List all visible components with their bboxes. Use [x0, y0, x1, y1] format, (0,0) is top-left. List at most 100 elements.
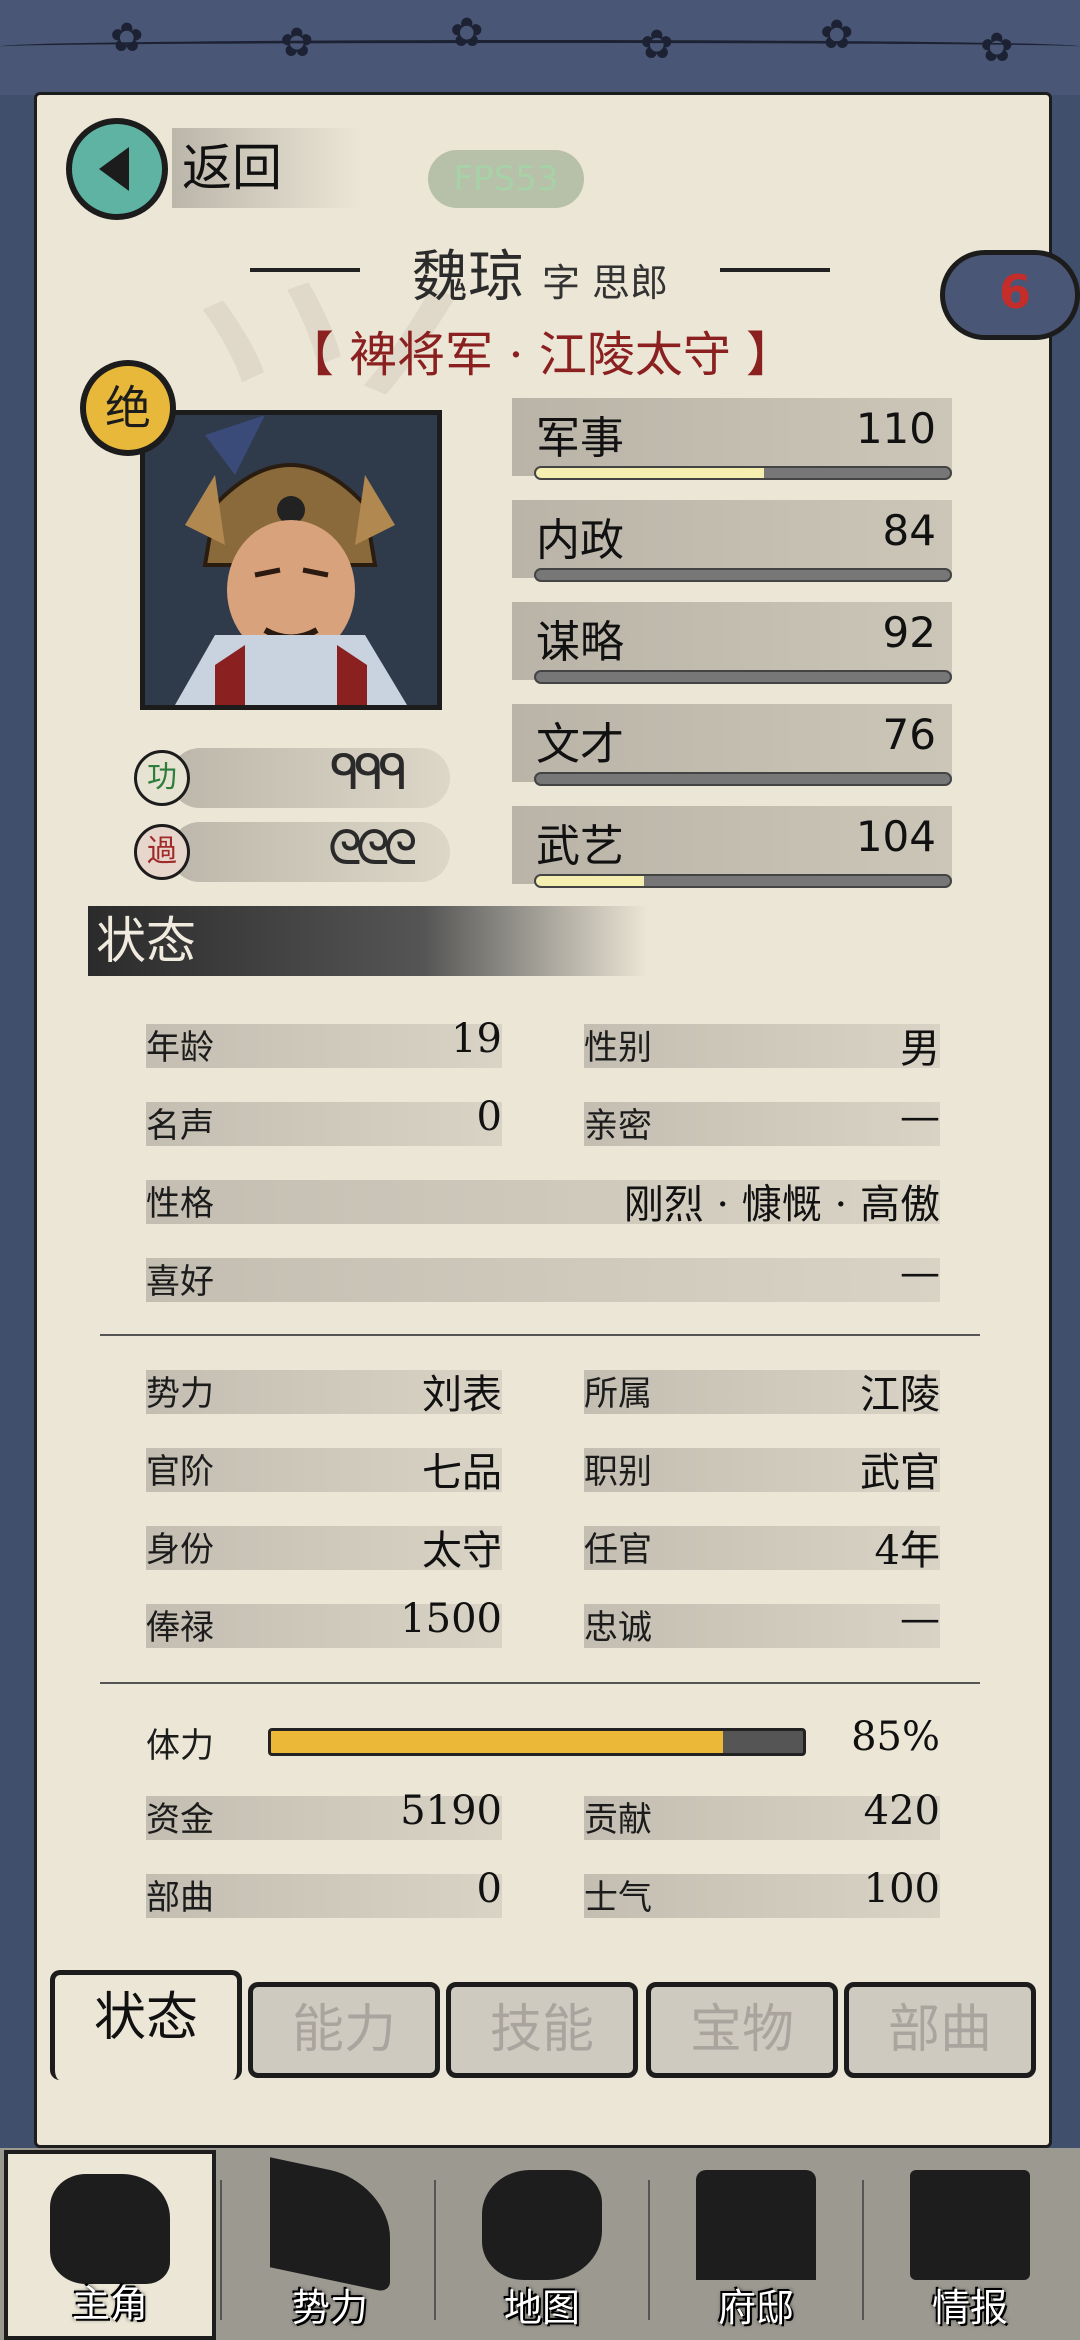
- stat-literary[interactable]: 文才 76: [512, 704, 952, 782]
- faction-label: 势力: [146, 1374, 214, 1414]
- tenure-label: 任官: [584, 1530, 652, 1570]
- contribution-label: 贡献: [584, 1800, 652, 1840]
- location-value: 江陵: [860, 1372, 940, 1418]
- tenure-value: 4年: [874, 1528, 940, 1574]
- stat-strategy-track: [534, 670, 952, 684]
- stat-label: 文才: [536, 719, 624, 770]
- palace-icon: [696, 2170, 816, 2280]
- stat-label: 谋略: [536, 617, 624, 668]
- grade-badge: 绝: [80, 360, 176, 456]
- intimacy-value: —: [900, 1094, 940, 1140]
- stamina-label: 体力: [146, 1726, 214, 1766]
- fps-counter: FPS53: [428, 150, 584, 208]
- general-portrait[interactable]: [140, 410, 442, 710]
- tab-status[interactable]: 状态: [50, 1970, 242, 2080]
- divider: [100, 1682, 980, 1684]
- stamina-value: 85%: [851, 1714, 940, 1760]
- stat-martial[interactable]: 武艺 104: [512, 806, 952, 884]
- stat-strategy[interactable]: 谋略 92: [512, 602, 952, 680]
- nav-residence[interactable]: 府邸: [650, 2150, 862, 2340]
- rank-label: 官阶: [146, 1452, 214, 1492]
- loyalty-value: —: [900, 1596, 940, 1642]
- nav-label: 主角: [71, 2282, 148, 2326]
- gender-label: 性别: [584, 1028, 652, 1068]
- nav-label: 势力: [291, 2286, 368, 2330]
- funds-value: 5190: [400, 1788, 502, 1834]
- map-icon: [482, 2170, 602, 2280]
- courtesy-name: 字 思郎: [541, 261, 669, 305]
- faction-value: 刘表: [422, 1372, 502, 1418]
- stat-politics[interactable]: 内政 84: [512, 500, 952, 578]
- position-value: 武官: [860, 1450, 940, 1496]
- location-label: 所属: [584, 1374, 652, 1414]
- tab-ability[interactable]: 能力: [248, 1982, 440, 2078]
- flower-icon: ✿: [280, 20, 314, 66]
- stat-value: 92: [882, 608, 936, 657]
- flower-icon: ✿: [640, 22, 674, 68]
- stat-military-fill: [536, 468, 764, 478]
- merit-seal-icon: 功: [134, 750, 190, 806]
- salary-value: 1500: [400, 1596, 502, 1642]
- tab-skills[interactable]: 技能: [446, 1982, 638, 2078]
- gender-value: 男: [900, 1026, 940, 1072]
- notification-count[interactable]: 6: [990, 262, 1040, 322]
- demerit-marks: ᘓᘓᘓ: [328, 820, 417, 876]
- identity-value: 太守: [422, 1528, 502, 1574]
- fame-label: 名声: [146, 1106, 214, 1146]
- stat-military[interactable]: 军事 110: [512, 398, 952, 476]
- stat-label: 武艺: [536, 821, 624, 872]
- nav-protagonist[interactable]: 主角: [4, 2150, 216, 2340]
- nav-intel[interactable]: 情报: [864, 2150, 1076, 2340]
- stat-value: 84: [882, 506, 936, 555]
- stat-label: 军事: [536, 413, 624, 464]
- general-rank: 【 裨将军 · 江陵太守 】: [285, 327, 795, 383]
- back-label[interactable]: 返回: [172, 128, 362, 208]
- morale-value: 100: [863, 1866, 940, 1912]
- nav-label: 情报: [931, 2286, 1008, 2330]
- stat-label: 内政: [536, 515, 624, 566]
- flower-icon: ✿: [110, 15, 144, 61]
- troops-label: 部曲: [146, 1878, 214, 1918]
- top-decorative-band: ✿ ✿ ✿ ✿ ✿ ✿: [0, 0, 1080, 95]
- tab-troops[interactable]: 部曲: [844, 1982, 1036, 2078]
- general-name-row: 魏琼字 思郎: [250, 232, 830, 310]
- salary-label: 俸禄: [146, 1608, 214, 1648]
- funds-label: 资金: [146, 1800, 214, 1840]
- flower-icon: ✿: [820, 12, 854, 58]
- warrior-head-icon: [50, 2174, 170, 2284]
- merit-marks: ᑫᑫᑫ: [330, 745, 408, 801]
- hobby-label: 喜好: [146, 1262, 214, 1302]
- stamina-fill: [271, 1731, 724, 1753]
- morale-label: 士气: [584, 1878, 652, 1918]
- personality-value: 刚烈 · 慷慨 · 高傲: [623, 1182, 940, 1228]
- stamina-bar: [268, 1728, 806, 1756]
- stat-military-track: [534, 466, 952, 480]
- vine-decoration: [0, 40, 1080, 53]
- identity-label: 身份: [146, 1530, 214, 1570]
- divider: [100, 1334, 980, 1336]
- stat-politics-track: [534, 568, 952, 582]
- tab-treasure[interactable]: 宝物: [646, 1982, 838, 2078]
- position-label: 职别: [584, 1452, 652, 1492]
- general-name: 魏琼: [411, 245, 524, 310]
- nav-label: 地图: [503, 2286, 580, 2330]
- stat-martial-fill: [536, 876, 644, 886]
- demerit-seal-icon: 過: [134, 824, 190, 880]
- stat-literary-track: [534, 772, 952, 786]
- warrior-portrait-image: [145, 415, 437, 705]
- stat-value: 110: [855, 404, 936, 453]
- age-label: 年龄: [146, 1028, 214, 1068]
- flower-icon: ✿: [450, 10, 484, 56]
- nav-faction[interactable]: 势力: [224, 2150, 436, 2340]
- flower-icon: ✿: [980, 25, 1014, 71]
- rank-value: 七品: [422, 1450, 502, 1496]
- troops-value: 0: [476, 1866, 502, 1912]
- flag-icon: [270, 2157, 390, 2293]
- nav-map[interactable]: 地图: [436, 2150, 648, 2340]
- hobby-value: —: [900, 1250, 940, 1296]
- stat-value: 104: [855, 812, 936, 861]
- stat-martial-track: [534, 874, 952, 888]
- fame-value: 0: [476, 1094, 502, 1140]
- back-button[interactable]: [66, 118, 168, 220]
- stat-value: 76: [882, 710, 936, 759]
